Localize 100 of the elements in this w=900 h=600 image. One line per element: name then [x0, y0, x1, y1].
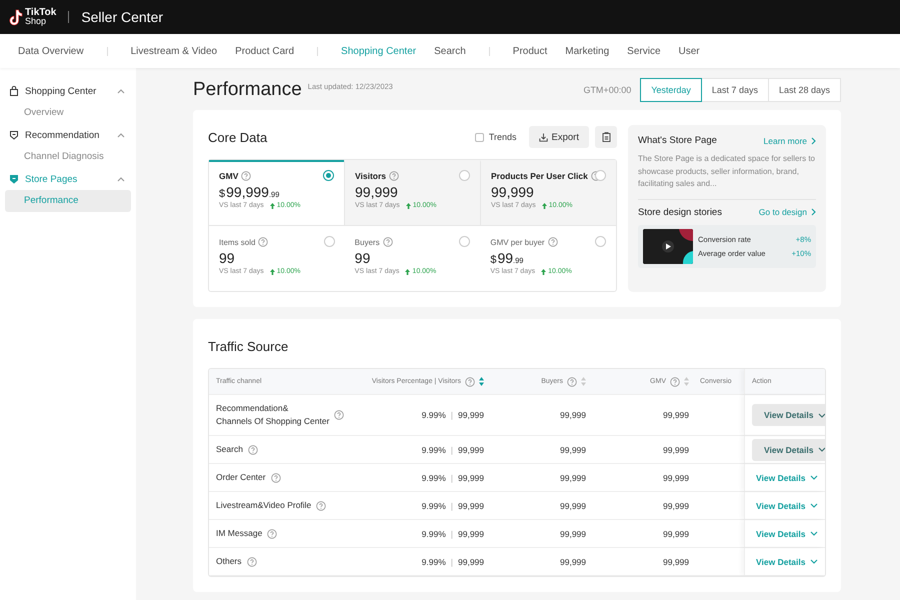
view-details-button[interactable]: View Details [752, 438, 825, 460]
date-range-tab[interactable]: Last 7 days [700, 78, 769, 102]
chevron-up-icon [117, 176, 125, 182]
arrow-up-icon [270, 202, 275, 208]
table-cell: Others [209, 548, 361, 575]
nav-tab[interactable]: User [670, 46, 709, 56]
table-cell: Livestream&Video Profile [209, 492, 361, 519]
checkbox[interactable] [474, 132, 484, 142]
arrow-up-icon [542, 202, 547, 208]
section-title: Core Data [208, 130, 268, 144]
help-icon [389, 171, 400, 181]
shield-icon [9, 130, 19, 140]
nav-tab[interactable]: Product [504, 46, 556, 56]
clipboard-icon [602, 132, 610, 142]
help-icon [316, 500, 326, 510]
help-icon [382, 237, 393, 247]
table-cell: Order Center [209, 464, 361, 491]
sort-icon[interactable] [581, 377, 586, 386]
nav-tab[interactable]: Product Card [226, 46, 304, 56]
chevron-right-icon [811, 136, 816, 144]
radio-button[interactable] [459, 170, 470, 181]
panel-title: What's Store Page [638, 135, 717, 146]
chevron-down-icon [810, 559, 818, 564]
table-cell-text: 99,999 [662, 528, 690, 540]
help-icon [258, 237, 268, 247]
help-icon [267, 528, 278, 538]
page-title: Performance [193, 79, 302, 101]
help-icon [246, 556, 257, 566]
metric-value: 99,999 [491, 184, 535, 200]
sort-icon[interactable] [479, 377, 484, 386]
table-cell-text: 99,999 [559, 444, 587, 456]
help-icon [548, 237, 558, 247]
radio-button[interactable] [323, 170, 334, 181]
metric-value: 99 [354, 250, 372, 266]
help-icon [270, 472, 281, 482]
help-icon [334, 410, 344, 420]
chevron-right-icon [811, 208, 816, 216]
table-cell-text: 9.99% | 99,999 [420, 528, 485, 541]
table-cell-text: 99,999 [559, 500, 587, 512]
table-cell-text: 99,999 [559, 556, 587, 568]
table-cell: Recommendation& Channels Of Shopping Center [209, 395, 361, 435]
chevron-down-icon [818, 447, 825, 452]
help-icon [241, 171, 252, 181]
view-details-button[interactable]: View Details [752, 404, 825, 426]
nav-tab[interactable]: Search [425, 46, 475, 56]
date-range-tab[interactable]: Last 28 days [768, 78, 841, 102]
help-icon [465, 376, 475, 386]
table-cell-text: 9.99% | 99,999 [420, 500, 485, 513]
shield-icon [9, 174, 19, 184]
download-icon [538, 132, 548, 142]
sidebar-group[interactable]: Recommendation [0, 124, 136, 146]
sidebar-item[interactable]: Overview [5, 102, 131, 124]
table-cell-text: 99,999 [662, 444, 690, 456]
logo-text: TikTok Shop [25, 8, 56, 26]
chevron-up-icon [117, 88, 125, 94]
nav-tab[interactable]: Service [618, 46, 670, 56]
table-cell-text: 9.99% | 99,999 [420, 556, 485, 569]
clipboard-button[interactable] [595, 126, 617, 148]
help-icon [248, 444, 258, 454]
export-button[interactable]: Export [528, 126, 589, 148]
chevron-down-icon [810, 503, 818, 508]
nav-tab[interactable]: Livestream & Video [122, 46, 226, 56]
help-icon [670, 376, 680, 386]
table-cell-text: 99,999 [559, 528, 587, 540]
chevron-up-icon [117, 132, 125, 138]
table-cell-text: 9.99% | 99,999 [420, 409, 485, 422]
nav-tab[interactable]: Marketing [556, 46, 618, 56]
timezone-label: GTM+00:00 [583, 85, 632, 95]
metric-value: 99 [219, 250, 236, 266]
checkbox-label: Trends [488, 132, 517, 142]
sidebar-item[interactable]: Channel Diagnosis [5, 146, 131, 168]
section-title: Traffic Source [208, 338, 290, 354]
radio-button[interactable] [324, 236, 335, 247]
panel-description: The Store Page is a dedicated space for sellers to showcase products, seller information, brand, facilitating sales and... [638, 153, 816, 200]
video-thumbnail[interactable] [643, 228, 693, 264]
chevron-down-icon [810, 475, 818, 480]
arrow-up-icon [270, 268, 275, 274]
table-cell-text: 99,999 [559, 472, 587, 484]
arrow-up-icon [405, 268, 410, 274]
chevron-down-icon [818, 412, 825, 418]
radio-button[interactable] [595, 170, 606, 181]
table-cell-text: 99,999 [662, 409, 690, 422]
chevron-down-icon [810, 531, 818, 536]
panel-subtitle: Store design stories [638, 206, 722, 218]
radio-button[interactable] [459, 236, 470, 247]
table-cell-text: 9.99% | 99,999 [420, 472, 485, 485]
table-cell: Search [209, 436, 361, 463]
table-cell-text: 9.99% | 99,999 [420, 444, 485, 457]
sort-icon[interactable] [684, 377, 689, 386]
metric-value: 99,999 [355, 184, 399, 200]
arrow-up-icon [541, 268, 546, 274]
radio-button[interactable] [595, 236, 606, 247]
nav-tab[interactable]: Data Overview [9, 46, 93, 56]
table-cell-text: 99,999 [559, 409, 587, 422]
table-cell-text: 99,999 [662, 472, 690, 484]
sidebar-group[interactable]: Shopping Center [0, 80, 136, 102]
app-title: Seller Center [81, 9, 164, 25]
bag-icon [9, 86, 19, 96]
arrow-up-icon [406, 202, 411, 208]
music-note-icon [9, 8, 23, 26]
